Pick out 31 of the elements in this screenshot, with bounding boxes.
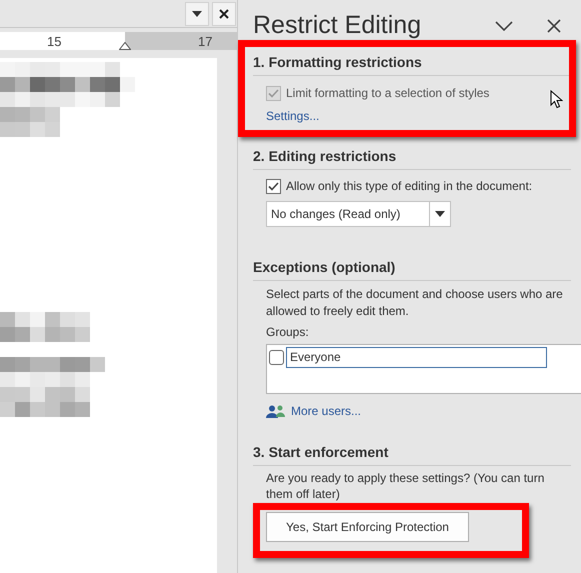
- groups-label: Groups:: [266, 324, 309, 341]
- enforce-button[interactable]: Yes, Start Enforcing Protection: [266, 512, 469, 542]
- dropdown-button[interactable]: [185, 2, 209, 26]
- close-button[interactable]: [212, 2, 236, 26]
- ruler[interactable]: 15 17: [0, 32, 237, 50]
- checkbox[interactable]: [266, 178, 281, 194]
- section-heading: Exceptions (optional): [253, 257, 571, 281]
- mouse-cursor-icon: [550, 90, 563, 109]
- checkbox-label: Allow only this type of editing in the document:: [286, 178, 532, 195]
- section-heading: 3. Start enforcement: [253, 442, 571, 466]
- groups-list[interactable]: Everyone: [266, 344, 581, 394]
- dropdown[interactable]: No changes (Read only): [266, 201, 451, 227]
- group-item[interactable]: Everyone: [286, 347, 547, 368]
- section-heading: 1. Formatting restrictions: [253, 52, 571, 76]
- chevron-down-icon[interactable]: [495, 21, 513, 31]
- ruler-number: 17: [198, 33, 212, 51]
- settings-link[interactable]: Settings...: [266, 107, 320, 125]
- caret-icon: [435, 211, 445, 217]
- checkbox-label: Limit formatting to a selection of styles: [286, 85, 490, 102]
- ruler-number: 15: [47, 33, 62, 51]
- description-text: Select parts of the document and choose users who are allowed to freely edit them.: [266, 286, 564, 320]
- checkbox[interactable]: [269, 350, 284, 365]
- close-icon[interactable]: [547, 19, 561, 33]
- indent-marker-icon[interactable]: [119, 42, 131, 50]
- section-heading: 2. Editing restrictions: [253, 146, 571, 170]
- users-icon: [266, 404, 285, 418]
- caret-icon: [192, 10, 202, 16]
- close-icon: [219, 8, 229, 18]
- more-users-link[interactable]: More users...: [291, 402, 362, 420]
- description-text: Are you ready to apply these settings? (You can turn them off later): [266, 470, 546, 502]
- panel-title: Restrict Editing: [253, 10, 422, 42]
